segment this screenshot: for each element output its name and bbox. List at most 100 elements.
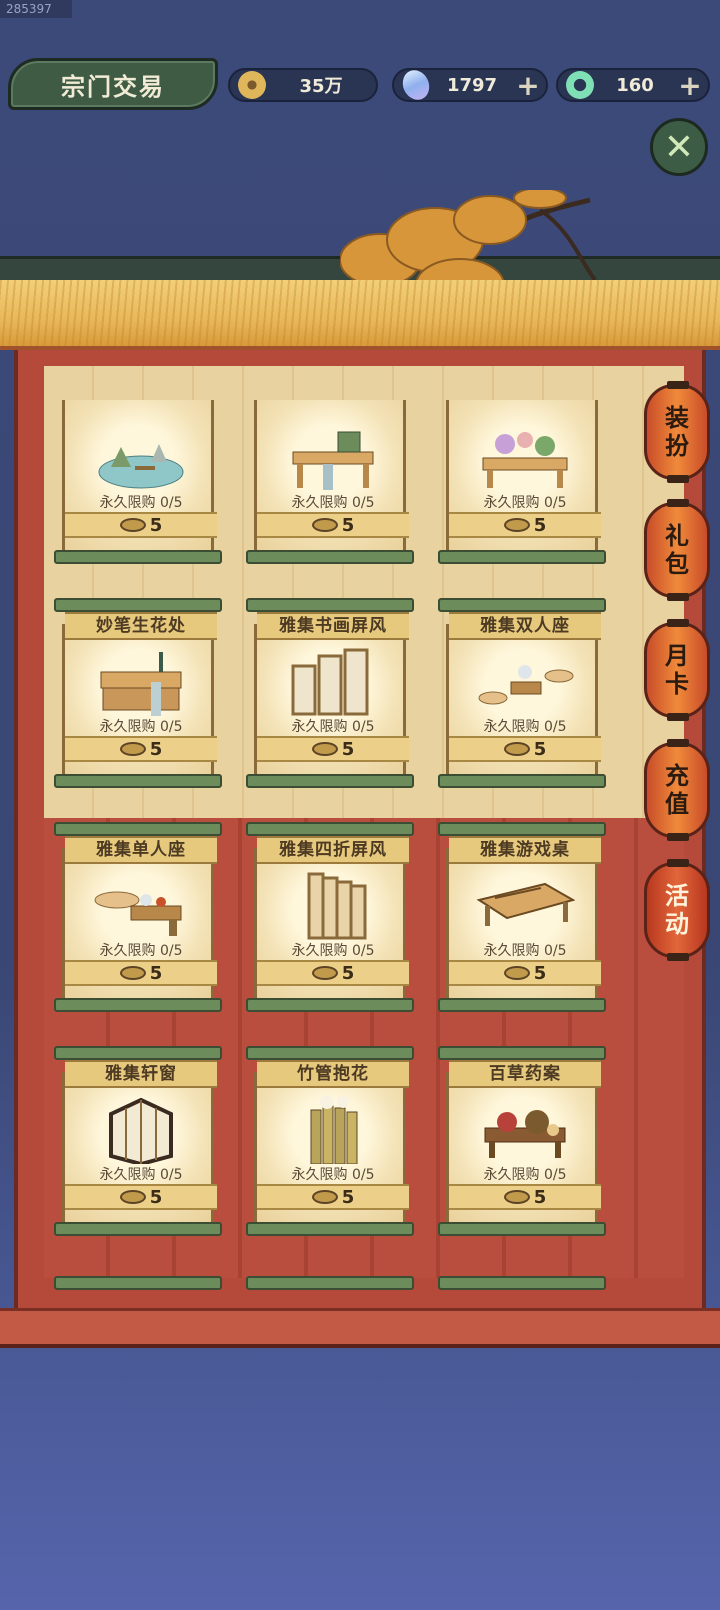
price-button[interactable]: 5: [257, 736, 409, 762]
price-value: 5: [341, 962, 355, 984]
price-value: 5: [149, 514, 163, 536]
price-button[interactable]: 5: [449, 960, 601, 986]
item-name: 妙笔生花处: [65, 612, 217, 640]
purchase-limit: 永久限购 0/5: [483, 719, 567, 735]
item-scroll: 雅集游戏桌永久限购 0/5 5: [446, 836, 601, 998]
item-scroll: 竹管抱花 永久限购 0/5 5: [254, 1060, 409, 1222]
item-scroll: 雅集单人座 永久限购 0/5 5: [62, 836, 217, 998]
shelf-bottom: [438, 550, 606, 564]
coin-counter: 35万: [228, 68, 378, 102]
tab-events[interactable]: 活动: [644, 859, 710, 961]
shop-item-card[interactable]: 永久限购 0/5 5: [54, 400, 222, 568]
tab-label-line2: 动: [665, 909, 689, 938]
shelf-bottom: [246, 1276, 414, 1290]
image-id-label: 285397: [0, 0, 72, 18]
calligraphy-desk-icon: [100, 652, 182, 716]
shelf-top: [246, 822, 414, 836]
shelf-top: [246, 598, 414, 612]
flower-table-icon: [482, 432, 568, 488]
shelf-bottom: [54, 1222, 222, 1236]
shelf-bottom: [438, 998, 606, 1012]
item-name: 雅集游戏桌: [449, 836, 601, 864]
purchase-limit: 永久限购 0/5: [291, 495, 375, 511]
item-scroll: 雅集轩窗永久限购 0/5 5: [62, 1060, 217, 1222]
currency-token-icon: [311, 1190, 338, 1204]
item-grid: 永久限购 0/5 5 永久限购 0/5 5 永久限购 0/5 5 妙笔生花处 永久限购 0/5…: [54, 400, 618, 1290]
tab-label-line1: 礼: [665, 521, 689, 550]
price-button[interactable]: 5: [257, 960, 409, 986]
page-title: 宗门交易: [8, 58, 218, 110]
currency-token-icon: [119, 518, 146, 532]
shelf-top: [246, 1046, 414, 1060]
shop-item-card[interactable]: 雅集游戏桌永久限购 0/5 5: [438, 822, 606, 1016]
shelf-bottom: [438, 774, 606, 788]
shelf-top: [54, 598, 222, 612]
shelf-bottom: [438, 1222, 606, 1236]
tab-monthly-card[interactable]: 月卡: [644, 619, 710, 721]
painting-screen-icon: [291, 648, 369, 716]
shop-item-card[interactable]: 雅集单人座 永久限购 0/5 5: [54, 822, 222, 1016]
price-button[interactable]: 5: [449, 736, 601, 762]
gem-counter: 1797 +: [392, 67, 548, 103]
shop-item-card[interactable]: 百草药案永久限购 0/5 5: [438, 1046, 606, 1240]
herb-table-icon: [484, 1110, 566, 1158]
currency-token-icon: [503, 966, 530, 980]
price-button[interactable]: 5: [65, 1184, 217, 1210]
price-value: 5: [533, 1186, 547, 1208]
thatched-roof: [0, 280, 720, 350]
tab-costume[interactable]: 装扮: [644, 381, 710, 483]
shop-item-card[interactable]: 雅集双人座永久限购 0/5 5: [438, 598, 606, 792]
currency-token-icon: [503, 518, 530, 532]
tab-label-line1: 活: [665, 881, 689, 910]
price-value: 5: [533, 738, 547, 760]
price-button[interactable]: 5: [449, 512, 601, 538]
shop-item-card[interactable]: 永久限购 0/5 5: [438, 400, 606, 568]
shop-item-card[interactable]: 雅集轩窗永久限购 0/5 5: [54, 1046, 222, 1240]
price-button[interactable]: 5: [65, 736, 217, 762]
item-scroll: 永久限购 0/5 5: [254, 400, 409, 550]
item-name: 雅集单人座: [65, 836, 217, 864]
purchase-limit: 永久限购 0/5: [291, 1167, 375, 1183]
tab-label-line1: 月: [665, 641, 689, 670]
close-button[interactable]: ✕: [650, 118, 708, 176]
purchase-limit: 永久限购 0/5: [99, 1167, 183, 1183]
shop-item-card[interactable]: 雅集四折屏风 永久限购 0/5 5: [246, 822, 414, 1016]
purchase-limit: 永久限购 0/5: [99, 495, 183, 511]
price-value: 5: [149, 962, 163, 984]
price-value: 5: [341, 738, 355, 760]
shop-item-card[interactable]: 雅集书画屏风永久限购 0/5 5: [246, 598, 414, 792]
currency-token-icon: [503, 1190, 530, 1204]
shelf-top: [438, 1046, 606, 1060]
item-name: 百草药案: [449, 1060, 601, 1088]
purchase-limit: 永久限购 0/5: [483, 1167, 567, 1183]
tab-label-line1: 装: [665, 403, 689, 432]
jade-icon: [566, 71, 594, 99]
price-button[interactable]: 5: [257, 1184, 409, 1210]
item-name: 雅集书画屏风: [257, 612, 409, 640]
tab-label-line2: 值: [665, 789, 689, 818]
purchase-limit: 永久限购 0/5: [483, 943, 567, 959]
price-button[interactable]: 5: [65, 512, 217, 538]
price-value: 5: [341, 1186, 355, 1208]
item-name: 雅集双人座: [449, 612, 601, 640]
tab-recharge[interactable]: 充值: [644, 739, 710, 841]
add-gems-button[interactable]: +: [514, 69, 542, 102]
price-button[interactable]: 5: [449, 1184, 601, 1210]
price-value: 5: [149, 1186, 163, 1208]
currency-token-icon: [311, 742, 338, 756]
price-button[interactable]: 5: [257, 512, 409, 538]
shop-item-card[interactable]: 永久限购 0/5 5: [246, 400, 414, 568]
price-button[interactable]: 5: [65, 960, 217, 986]
tab-gift-pack[interactable]: 礼包: [644, 499, 710, 601]
shelf-bottom: [438, 1276, 606, 1290]
item-scroll: 永久限购 0/5 5: [62, 400, 217, 550]
shop-item-card[interactable]: 竹管抱花 永久限购 0/5 5: [246, 1046, 414, 1240]
landscape-pond-icon: [98, 444, 184, 489]
purchase-limit: 永久限购 0/5: [291, 719, 375, 735]
item-name: 雅集轩窗: [65, 1060, 217, 1088]
add-jade-button[interactable]: +: [676, 69, 704, 102]
item-name: 雅集四折屏风: [257, 836, 409, 864]
currency-token-icon: [119, 966, 146, 980]
coin-icon: [238, 71, 266, 99]
shop-item-card[interactable]: 妙笔生花处 永久限购 0/5 5: [54, 598, 222, 792]
